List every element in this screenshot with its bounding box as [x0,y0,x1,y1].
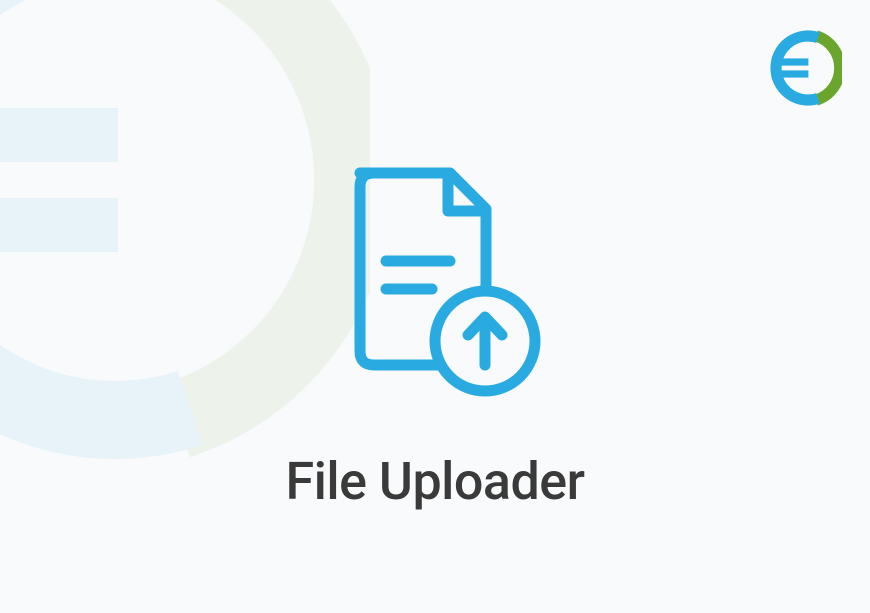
page-title: File Uploader [286,451,585,512]
file-upload-icon [320,161,550,401]
main-content: File Uploader [0,0,870,613]
